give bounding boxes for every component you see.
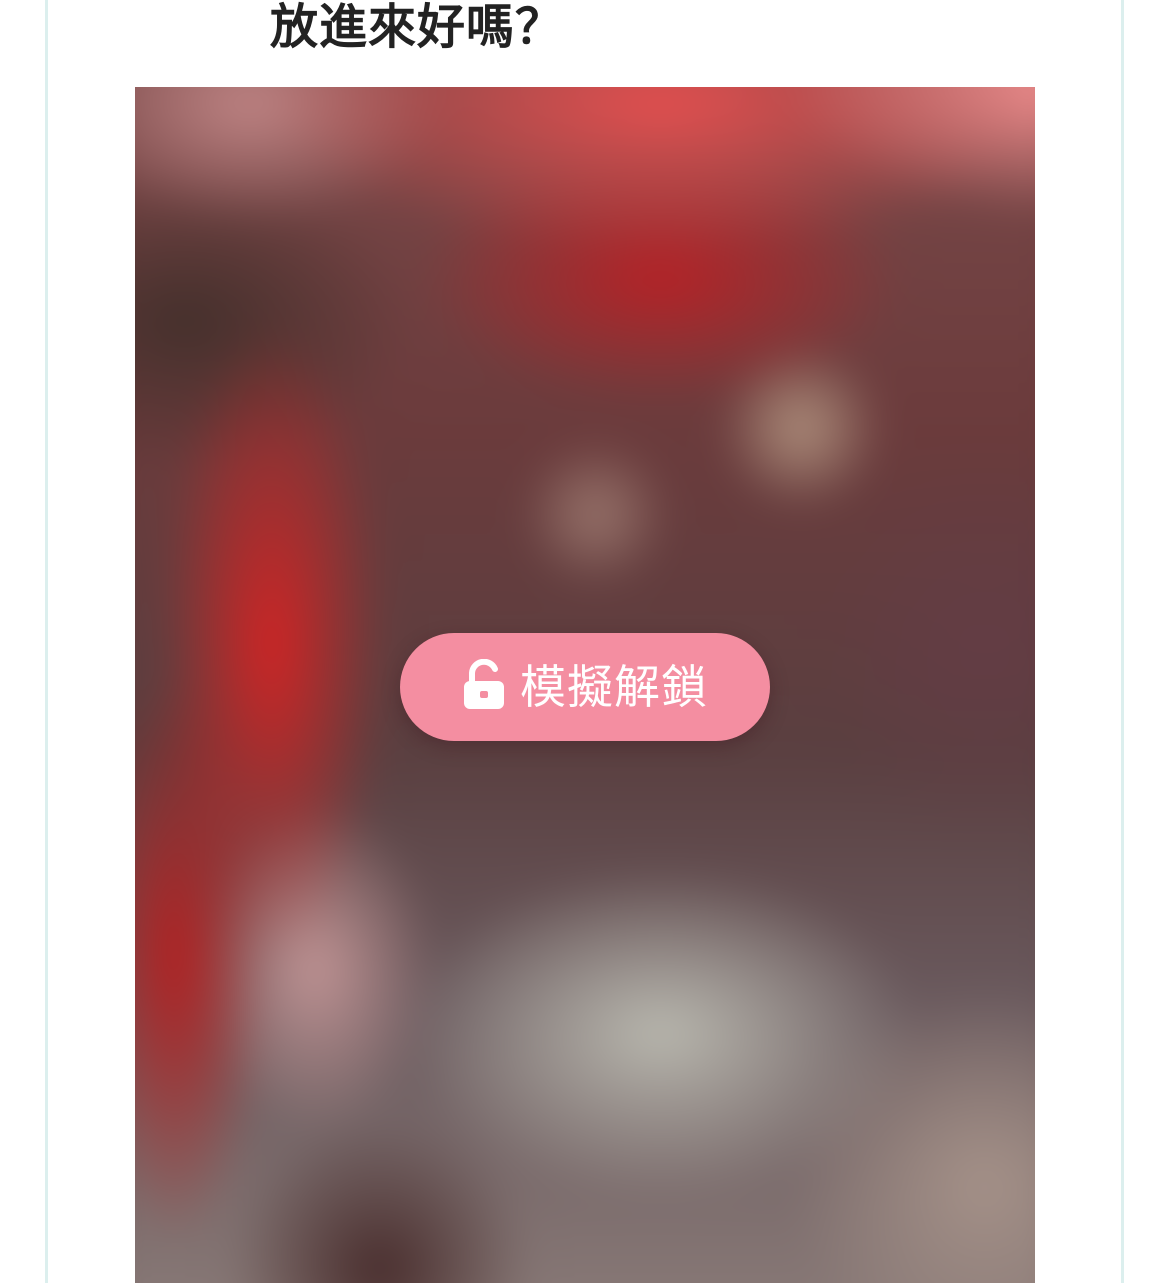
post-title: 放進來好嗎？ — [270, 0, 565, 55]
card-border-left — [45, 0, 48, 1283]
page: 放進來好嗎？ 模擬解鎖 — [0, 0, 1170, 1283]
unlock-label: 模擬解鎖 — [520, 660, 708, 714]
unlock-icon — [462, 658, 506, 711]
unlock-button[interactable]: 模擬解鎖 — [400, 633, 770, 741]
card-border-right — [1121, 0, 1124, 1283]
blurred-image: 模擬解鎖 — [135, 87, 1035, 1283]
